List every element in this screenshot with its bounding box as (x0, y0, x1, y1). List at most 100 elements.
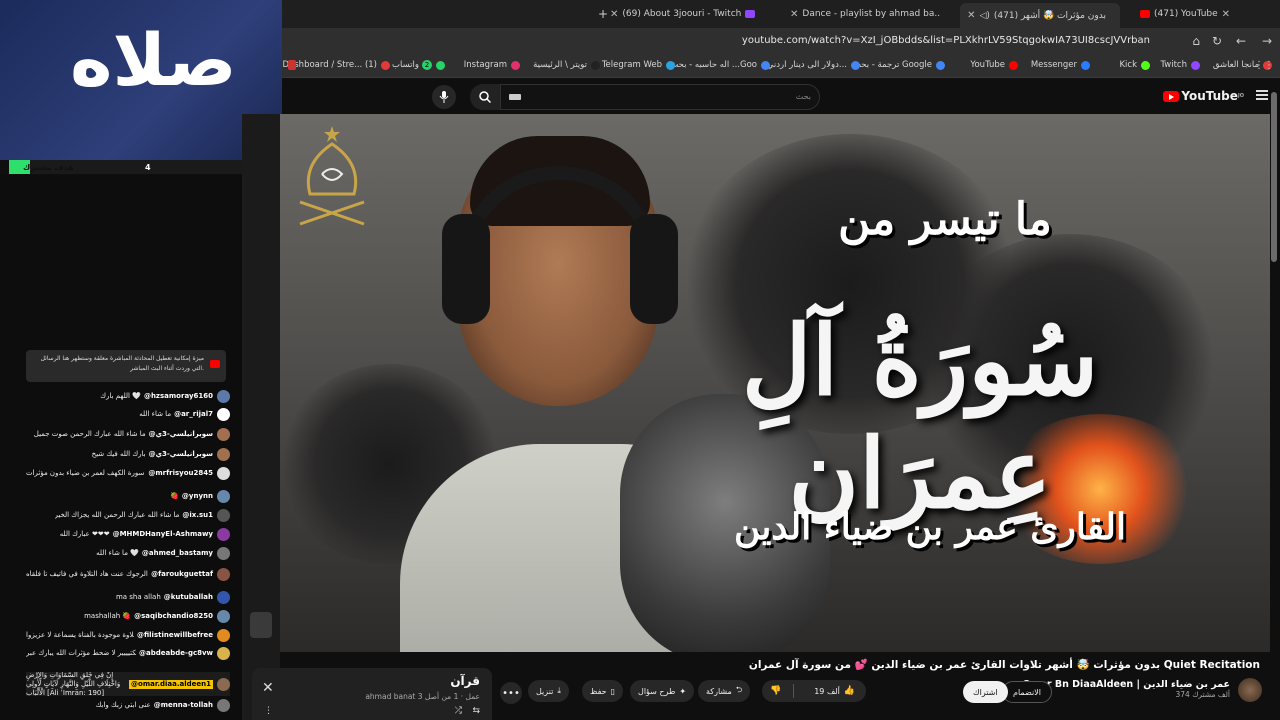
chat-username[interactable]: @kutuballah (164, 593, 213, 601)
loop-icon[interactable]: ⇆ (472, 706, 480, 716)
voice-search-button[interactable] (432, 85, 456, 109)
close-tab-icon[interactable]: ✕ (790, 9, 798, 20)
chat-username[interactable]: @faroukguettaf (151, 570, 213, 578)
chat-username[interactable]: @omar.diaa.aldeen1 (129, 679, 213, 689)
home-icon[interactable]: ⌂ (1192, 34, 1200, 48)
bookmark-item[interactable]: Messenger (1031, 60, 1090, 70)
channel-avatar[interactable] (1238, 678, 1262, 702)
chat-avatar[interactable] (217, 546, 230, 560)
chat-avatar[interactable] (217, 609, 230, 623)
bookmark-item[interactable]: Dashboard / Stre... (1) (283, 60, 390, 70)
search-placeholder: بحث (795, 92, 811, 101)
like-count[interactable]: 19 ألف (814, 687, 840, 696)
video-player[interactable]: ما تيسر من سُورَةُ آلِ عِمرَان القارئ عم… (280, 114, 1270, 652)
chat-avatar[interactable] (217, 407, 230, 421)
channel-info[interactable]: Omar Bn DiaaAldeen | عمر بن ضياء الدين 3… (1022, 679, 1230, 699)
video-title-overlay-reciter: القارئ عمر بن ضياء الدين (733, 506, 1127, 548)
chat-avatar[interactable] (217, 427, 230, 441)
chat-username[interactable]: @ar_rijal7 (174, 410, 213, 418)
chat-username[interactable]: @saqibchandio8250 (134, 612, 213, 620)
bookmark-favicon-icon (436, 60, 445, 70)
chat-username[interactable]: @abdeabde-gc8vw (139, 649, 213, 657)
dislike-icon[interactable]: 👎 (770, 686, 781, 696)
save-button[interactable]: حفظ ▯ (582, 680, 623, 702)
close-tab-icon[interactable]: ✕ (1222, 9, 1230, 20)
chat-avatar[interactable] (217, 590, 230, 604)
like-icon[interactable]: 👍 (844, 686, 855, 696)
ask-button[interactable]: طرح سؤال ✦ (630, 680, 695, 702)
bookmark-label: Instagram (463, 60, 507, 70)
audio-icon[interactable]: ◁) (979, 11, 989, 21)
tab-spotify-playlist[interactable]: ✕ Dance - playlist by ahmad ba... (780, 4, 940, 24)
join-button[interactable]: الانضمام (1002, 681, 1052, 703)
chat-avatar[interactable] (217, 527, 230, 541)
subscribe-button[interactable]: اشتراك (963, 681, 1008, 703)
search-input[interactable]: بحث (500, 84, 820, 110)
chat-avatar[interactable] (217, 567, 230, 581)
new-tab-button[interactable]: + (592, 4, 622, 24)
download-label: تنزيل (536, 686, 554, 696)
chat-username[interactable]: @سوبرانيلسي-3ي (149, 430, 213, 438)
bookmark-item[interactable]: تويتر \ الرئيسية (533, 60, 600, 70)
chat-username[interactable]: @ix.su1 (182, 511, 213, 519)
chat-avatar[interactable] (217, 489, 230, 503)
chat-username[interactable]: @MHMDHanyEl-Ashmawy (113, 530, 213, 538)
bookmark-item[interactable]: YouTube (970, 60, 1018, 70)
chat-username[interactable]: @mrfrisyou2845 (148, 469, 213, 477)
download-button[interactable]: تنزيل ⤓ (528, 680, 569, 702)
chat-avatar[interactable] (217, 389, 230, 403)
tab-label: (471) YouTube (1154, 9, 1218, 19)
youtube-logo-text: YouTube (1181, 89, 1238, 103)
bookmark-favicon-icon (511, 60, 520, 70)
channel-name[interactable]: Omar Bn DiaaAldeen | عمر بن ضياء الدين (1022, 679, 1230, 690)
chat-avatar[interactable] (217, 628, 230, 642)
chat-avatar[interactable] (217, 447, 230, 461)
share-icon: ⮌ (735, 685, 743, 694)
share-button[interactable]: مشاركة ⮌ (698, 680, 751, 702)
forward-icon[interactable]: ← (1236, 34, 1246, 48)
chat-avatar[interactable] (217, 698, 230, 712)
tab-current-video[interactable]: ✕ ◁) (471) بدون مؤثرات 🤯 أشهر (960, 3, 1120, 28)
chat-username[interactable]: @سوبرانيلسي-3ي (149, 450, 213, 458)
url-field[interactable]: youtube.com/watch?v=XzI_jOBbdds&list=PLX… (742, 35, 1150, 46)
bookmark-item[interactable]: اله حاسبه - بحث ...Goo (670, 60, 770, 70)
page-scrollbar[interactable] (1271, 92, 1277, 262)
chat-message: عبارك الله ❤❤❤ @MHMDHanyEl-Ashmawy (26, 526, 230, 542)
tab-twitch[interactable]: ✕ (69) About 3joouri - Twitch (600, 4, 770, 24)
bookmark-item[interactable]: Telegram Web (602, 60, 675, 70)
bookmark-item[interactable]: Kick (1119, 60, 1150, 70)
tab-youtube[interactable]: (471) YouTube ✕ (1130, 4, 1280, 24)
chat-username[interactable]: @menna-tollah (154, 701, 213, 709)
chat-avatar[interactable] (217, 646, 230, 660)
bookmark-favicon-icon (1141, 60, 1150, 70)
keyboard-icon[interactable] (509, 94, 521, 100)
youtube-logo[interactable]: YouTube JO (1163, 89, 1244, 103)
chat-message: ما شاء الله ... الرجوك عنت هاد التلاوة ف… (26, 566, 230, 582)
chat-collapse-icon[interactable] (250, 612, 272, 638)
reload-icon[interactable]: ↻ (1212, 34, 1222, 48)
chat-username[interactable]: @ahmed_bastamy (142, 549, 213, 557)
close-tab-icon[interactable]: ✕ (967, 10, 975, 21)
chat-username[interactable]: @filistinewillbefree (137, 631, 213, 639)
chat-username[interactable]: @ynynn (182, 492, 213, 500)
chat-avatar[interactable] (217, 466, 230, 480)
menu-icon[interactable] (1256, 90, 1268, 102)
bookmark-item[interactable]: واتساب 2 (392, 60, 445, 70)
playlist-title[interactable]: قرآن (450, 674, 480, 688)
bookmark-overflow-icon[interactable] (288, 60, 296, 70)
search-button[interactable] (470, 84, 500, 110)
chat-avatar[interactable] (217, 508, 230, 522)
bookmark-item[interactable]: دولار الى دينار اردني... (767, 60, 860, 70)
chat-avatar[interactable] (217, 677, 230, 691)
close-icon[interactable]: ✕ (262, 680, 274, 696)
more-vert-icon[interactable]: ⋮ (264, 706, 273, 716)
bookmarks-overflow-button[interactable]: ⋮⋮ (1254, 60, 1274, 71)
shuffle-icon[interactable]: ⤮ (455, 706, 462, 716)
bookmark-item[interactable]: Instagram (464, 60, 520, 70)
more-actions-button[interactable]: ••• (500, 682, 522, 704)
back-icon[interactable]: → (1262, 34, 1272, 48)
youtube-play-icon (1163, 90, 1180, 102)
chat-username[interactable]: @hzsamoray6160 (144, 392, 213, 400)
bookmark-item[interactable]: Twitch (1161, 60, 1200, 70)
bookmark-item[interactable]: ترجمة - بحث Google (853, 60, 945, 70)
